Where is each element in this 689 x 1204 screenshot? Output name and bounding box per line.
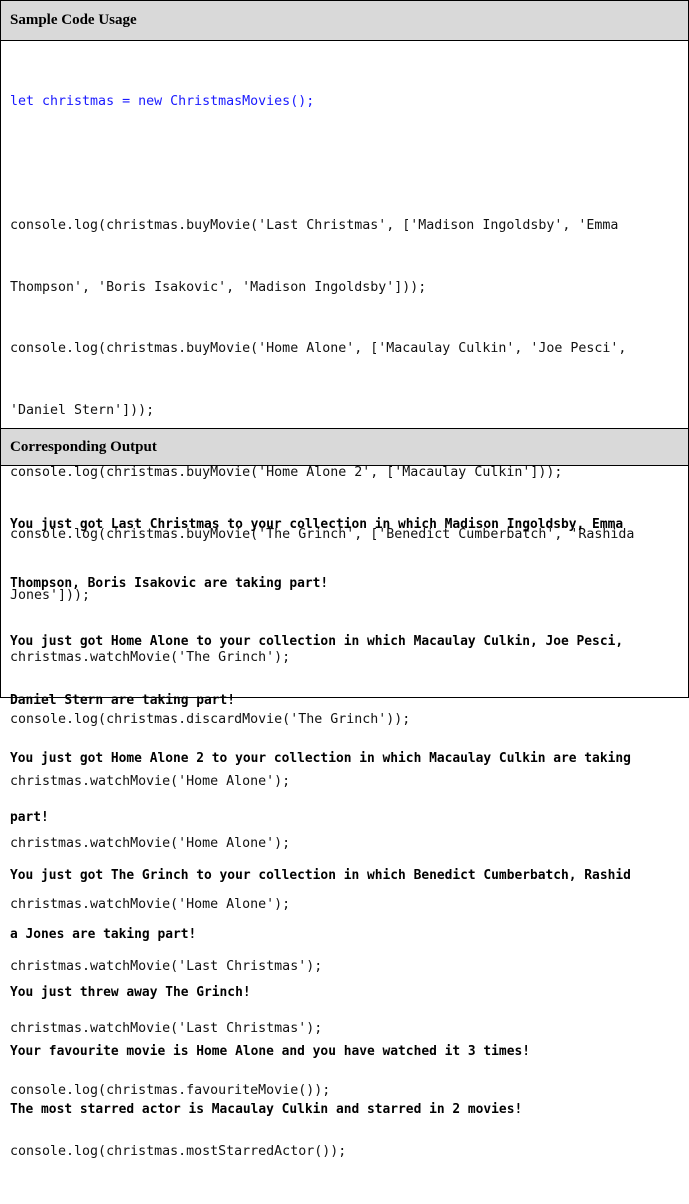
code-line: let christmas = new ChristmasMovies(); (10, 94, 315, 110)
output-line: Thompson, Boris Isakovic are taking part… (10, 575, 329, 591)
blank-code-line (10, 154, 682, 175)
output-block: You just got Last Christmas to your coll… (10, 476, 682, 1159)
output-line: You just got Last Christmas to your coll… (10, 517, 624, 532)
output-line: The most starred actor is Macaulay Culki… (10, 1102, 523, 1117)
output-line: Your favourite movie is Home Alone and y… (10, 1043, 530, 1059)
output-line: You just got Home Alone 2 to your collec… (10, 751, 631, 766)
code-line: console.log(christmas.buyMovie('Home Alo… (10, 341, 627, 357)
output-line: Daniel Stern are taking part! (10, 692, 236, 708)
output-line: You just got The Grinch to your collecti… (10, 868, 631, 883)
output-line: You just threw away The Grinch! (10, 985, 251, 1000)
code-line: console.log(christmas.buyMovie('Last Chr… (10, 217, 619, 233)
code-line: Thompson', 'Boris Isakovic', 'Madison In… (10, 279, 427, 295)
output-line: part! (10, 809, 49, 825)
output-line: You just got Home Alone to your collecti… (10, 634, 624, 649)
output-line: a Jones are taking part! (10, 926, 197, 942)
code-line: 'Daniel Stern'])); (10, 403, 155, 419)
code-usage-table: Sample Code Usage let christmas = new Ch… (0, 0, 689, 1159)
sample-code-usage-header: Sample Code Usage (1, 1, 688, 41)
corresponding-output-header: Corresponding Output (1, 428, 688, 466)
